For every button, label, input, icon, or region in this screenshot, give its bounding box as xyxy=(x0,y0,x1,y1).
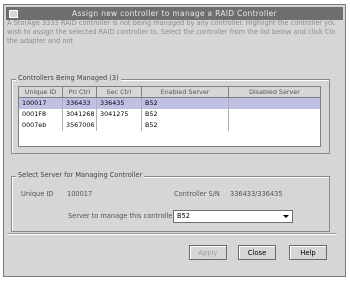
cell-pri-ctrl: 336433 xyxy=(63,98,97,109)
divider xyxy=(7,233,337,235)
close-button[interactable]: Close xyxy=(238,245,276,260)
chevron-down-icon[interactable] xyxy=(283,215,289,218)
column-header-sec-ctrl[interactable]: Sec Ctrl xyxy=(97,87,142,97)
controllers-group-label: Controllers Being Managed (3) xyxy=(16,74,121,82)
window-title: Assign new controller to manage a RAID C… xyxy=(72,9,277,18)
help-button[interactable]: Help xyxy=(289,245,327,260)
intro-text: A StorAge 3333 RAID controller is not be… xyxy=(7,19,335,46)
cell-unique-id: 0001F8 xyxy=(19,109,63,120)
cell-disabled-server xyxy=(229,120,320,131)
column-header-disabled-server[interactable]: Disabled Server xyxy=(229,87,320,97)
unique-id-value: 100017 xyxy=(67,190,93,198)
table-row[interactable]: 0007eb 3567006 B52 xyxy=(19,120,320,131)
cell-unique-id: 100017 xyxy=(19,98,63,109)
controller-sn-label: Controller S/N xyxy=(174,190,220,198)
cell-unique-id: 0007eb xyxy=(19,120,63,131)
select-server-group-label: Select Server for Managing Controller xyxy=(16,171,145,179)
cell-enabled-server: B52 xyxy=(142,109,229,120)
unique-id-label: Unique ID xyxy=(21,190,54,198)
intro-line: wish to assign the selected RAID control… xyxy=(7,28,335,36)
column-header-enabled-server[interactable]: Enabled Server xyxy=(142,87,229,97)
server-select-value: B52 xyxy=(177,212,190,220)
cell-enabled-server: B52 xyxy=(142,98,229,109)
controllers-table[interactable]: Unique ID Pri Ctrl Sec Ctrl Enabled Serv… xyxy=(18,86,321,147)
table-header: Unique ID Pri Ctrl Sec Ctrl Enabled Serv… xyxy=(19,87,320,98)
apply-button[interactable]: Apply xyxy=(189,245,227,260)
cell-sec-ctrl xyxy=(97,120,142,131)
cell-sec-ctrl: 336435 xyxy=(97,98,142,109)
column-header-unique-id[interactable]: Unique ID xyxy=(19,87,63,97)
cell-enabled-server: B52 xyxy=(142,120,229,131)
intro-line: the adapter and not xyxy=(7,37,74,45)
cell-sec-ctrl: 3041275 xyxy=(97,109,142,120)
cell-disabled-server xyxy=(229,109,320,120)
select-server-group xyxy=(11,176,330,232)
cell-pri-ctrl: 3567006 xyxy=(63,120,97,131)
cell-pri-ctrl: 3041268 xyxy=(63,109,97,120)
server-select-label: Server to manage this controller xyxy=(68,212,176,220)
column-header-pri-ctrl[interactable]: Pri Ctrl xyxy=(63,87,97,97)
table-row[interactable]: 100017 336433 336435 B52 xyxy=(19,98,320,109)
intro-line: A StorAge 3333 RAID controller is not be… xyxy=(7,19,335,27)
server-select[interactable]: B52 xyxy=(173,210,293,223)
controller-sn-value: 336433/336435 xyxy=(230,190,283,198)
cell-disabled-server xyxy=(229,98,320,109)
table-row[interactable]: 0001F8 3041268 3041275 B52 xyxy=(19,109,320,120)
